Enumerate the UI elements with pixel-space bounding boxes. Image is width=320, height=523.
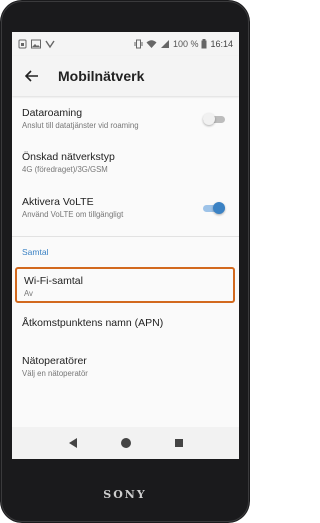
setting-data-roaming[interactable]: Dataroaming Anslut till datatjänster vid…	[12, 96, 239, 136]
arrow-back-icon	[25, 70, 38, 82]
navigation-bar	[12, 427, 239, 459]
battery-percent: 100 %	[172, 39, 199, 49]
battery-icon	[201, 39, 207, 49]
setting-network-operators[interactable]: Nätoperatörer Välj en nätoperatör	[12, 339, 239, 383]
device-brand-logo: SONY	[103, 488, 147, 501]
setting-title: Nätoperatörer	[22, 355, 87, 367]
settings-list: Dataroaming Anslut till datatjänster vid…	[12, 96, 239, 383]
screen: 100 % 16:14 Mobilnätverk Dataroaming Ans…	[12, 32, 239, 459]
setting-subtitle: Anslut till datatjänster vid roaming	[22, 121, 139, 130]
setting-volte[interactable]: Aktivera VoLTE Använd VoLTE om tillgängl…	[12, 180, 239, 228]
status-left	[18, 39, 134, 49]
image-icon	[31, 39, 41, 49]
setting-subtitle: Använd VoLTE om tillgängligt	[22, 210, 124, 219]
setting-subtitle: Av	[24, 289, 33, 298]
data-roaming-toggle[interactable]	[203, 113, 225, 125]
setting-title: Önskad nätverkstyp	[22, 151, 115, 163]
vibrate-icon	[134, 39, 143, 49]
status-right: 100 % 16:14	[134, 39, 233, 49]
back-triangle-icon[interactable]	[67, 437, 79, 449]
back-button[interactable]	[12, 56, 52, 96]
app-bar: Mobilnätverk	[12, 56, 239, 96]
setting-subtitle: 4G (föredraget)/3G/GSM	[22, 165, 108, 174]
signal-arrow-icon	[45, 40, 55, 49]
setting-subtitle: Välj en nätoperatör	[22, 369, 88, 378]
setting-network-type[interactable]: Önskad nätverkstyp 4G (föredraget)/3G/GS…	[12, 136, 239, 180]
setting-wifi-calling[interactable]: Wi-Fi-samtal Av	[15, 267, 235, 303]
phone-device: 100 % 16:14 Mobilnätverk Dataroaming Ans…	[0, 0, 250, 523]
setting-title: Aktivera VoLTE	[22, 196, 94, 208]
status-time: 16:14	[210, 39, 233, 49]
setting-title: Åtkomstpunktens namn (APN)	[22, 317, 164, 329]
toggle-thumb	[213, 202, 225, 214]
setting-title: Wi-Fi-samtal	[24, 275, 83, 287]
volte-toggle[interactable]	[203, 202, 225, 214]
section-header-calls: Samtal	[22, 247, 49, 257]
home-circle-icon[interactable]	[120, 437, 132, 449]
setting-title: Dataroaming	[22, 107, 83, 119]
recents-square-icon[interactable]	[173, 437, 185, 449]
signal-icon	[160, 40, 169, 48]
page-title: Mobilnätverk	[58, 68, 145, 84]
toggle-thumb	[203, 113, 215, 125]
setting-apn[interactable]: Åtkomstpunktens namn (APN)	[12, 303, 239, 339]
status-bar: 100 % 16:14	[12, 32, 239, 56]
wifi-icon	[146, 40, 157, 48]
sim-card-icon	[18, 39, 27, 49]
